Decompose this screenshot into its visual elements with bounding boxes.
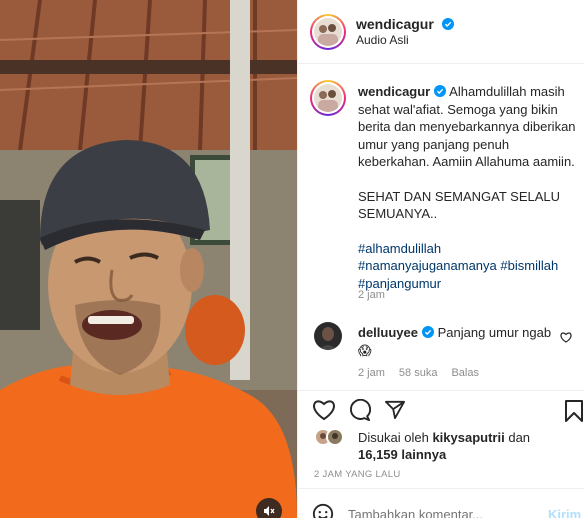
- hashtag-link[interactable]: #namanyajuganamanya: [358, 258, 497, 273]
- add-comment-bar: Kirim: [298, 488, 584, 518]
- heart-icon: [560, 330, 572, 347]
- liker-username[interactable]: kikysaputrii: [432, 430, 504, 445]
- caption-username[interactable]: wendicagur: [358, 84, 430, 99]
- caption: wendicagur Alhamdulillah masih sehat wal…: [358, 83, 578, 292]
- avatar: [326, 428, 344, 446]
- hashtag-link[interactable]: #alhamdulillah: [358, 241, 441, 256]
- video-frame: [0, 0, 297, 518]
- caption-text-2: SEHAT DAN SEMANGAT SELALU SEMUANYA..: [358, 188, 561, 222]
- comment-like-count[interactable]: 58 suka: [399, 367, 438, 379]
- likes-summary: Disukai oleh kikysaputrii dan 16,159 lai…: [358, 429, 578, 463]
- comments-area: wendicagur Alhamdulillah masih sehat wal…: [298, 65, 584, 390]
- post-header: wendicagur Audio Asli: [298, 0, 584, 64]
- verified-badge-icon: [434, 84, 447, 97]
- like-button[interactable]: [312, 399, 336, 426]
- comment-avatar[interactable]: [314, 322, 342, 350]
- comment-text: Panjang umur ngab: [437, 325, 552, 340]
- header-avatar[interactable]: [310, 14, 346, 50]
- caption-avatar[interactable]: [310, 80, 346, 116]
- likes-prefix: Disukai oleh: [358, 430, 429, 445]
- comment-meta: 2 jam 58 suka Balas: [358, 367, 479, 379]
- send-button[interactable]: Kirim: [548, 507, 581, 518]
- header-username-row: wendicagur: [356, 16, 454, 32]
- post-timestamp[interactable]: 2 JAM YANG LALU: [314, 469, 401, 480]
- save-button[interactable]: [564, 400, 584, 427]
- share-button[interactable]: [384, 400, 406, 425]
- emoji-icon: [312, 503, 334, 518]
- likes-count[interactable]: 16,159 lainnya: [358, 447, 446, 462]
- likes-and: dan: [508, 430, 531, 445]
- comment-input[interactable]: [348, 507, 538, 518]
- comment-like-button[interactable]: [560, 330, 572, 348]
- audio-link[interactable]: Audio Asli: [356, 33, 409, 47]
- verified-badge-icon: [441, 17, 454, 30]
- comment-username[interactable]: delluuyee: [358, 325, 418, 340]
- liked-by-avatars[interactable]: [314, 428, 344, 446]
- post-side-panel: wendicagur Audio Asli wendicagur Alhamdu…: [297, 0, 584, 518]
- header-username[interactable]: wendicagur: [356, 16, 434, 32]
- comment-icon: [348, 398, 372, 426]
- caption-timestamp[interactable]: 2 jam: [358, 289, 385, 301]
- share-icon: [384, 400, 406, 424]
- comment-button[interactable]: [348, 398, 372, 427]
- comment-emoji: 😱: [358, 342, 372, 358]
- comment-timestamp[interactable]: 2 jam: [358, 367, 385, 379]
- reply-button[interactable]: Balas: [451, 367, 479, 379]
- video-player[interactable]: [0, 0, 297, 518]
- action-bar: [298, 390, 584, 422]
- caption-hashtags: #alhamdulillah #namanyajuganamanya #bism…: [358, 240, 578, 293]
- mute-button[interactable]: [256, 498, 282, 518]
- bookmark-icon: [564, 400, 584, 426]
- comment-body: delluuyee Panjang umur ngab 😱: [358, 324, 558, 359]
- emoji-button[interactable]: [312, 503, 334, 518]
- heart-icon: [312, 400, 336, 425]
- verified-badge-icon: [421, 325, 434, 338]
- muted-speaker-icon: [263, 505, 275, 517]
- hashtag-link[interactable]: #bismillah: [500, 258, 558, 273]
